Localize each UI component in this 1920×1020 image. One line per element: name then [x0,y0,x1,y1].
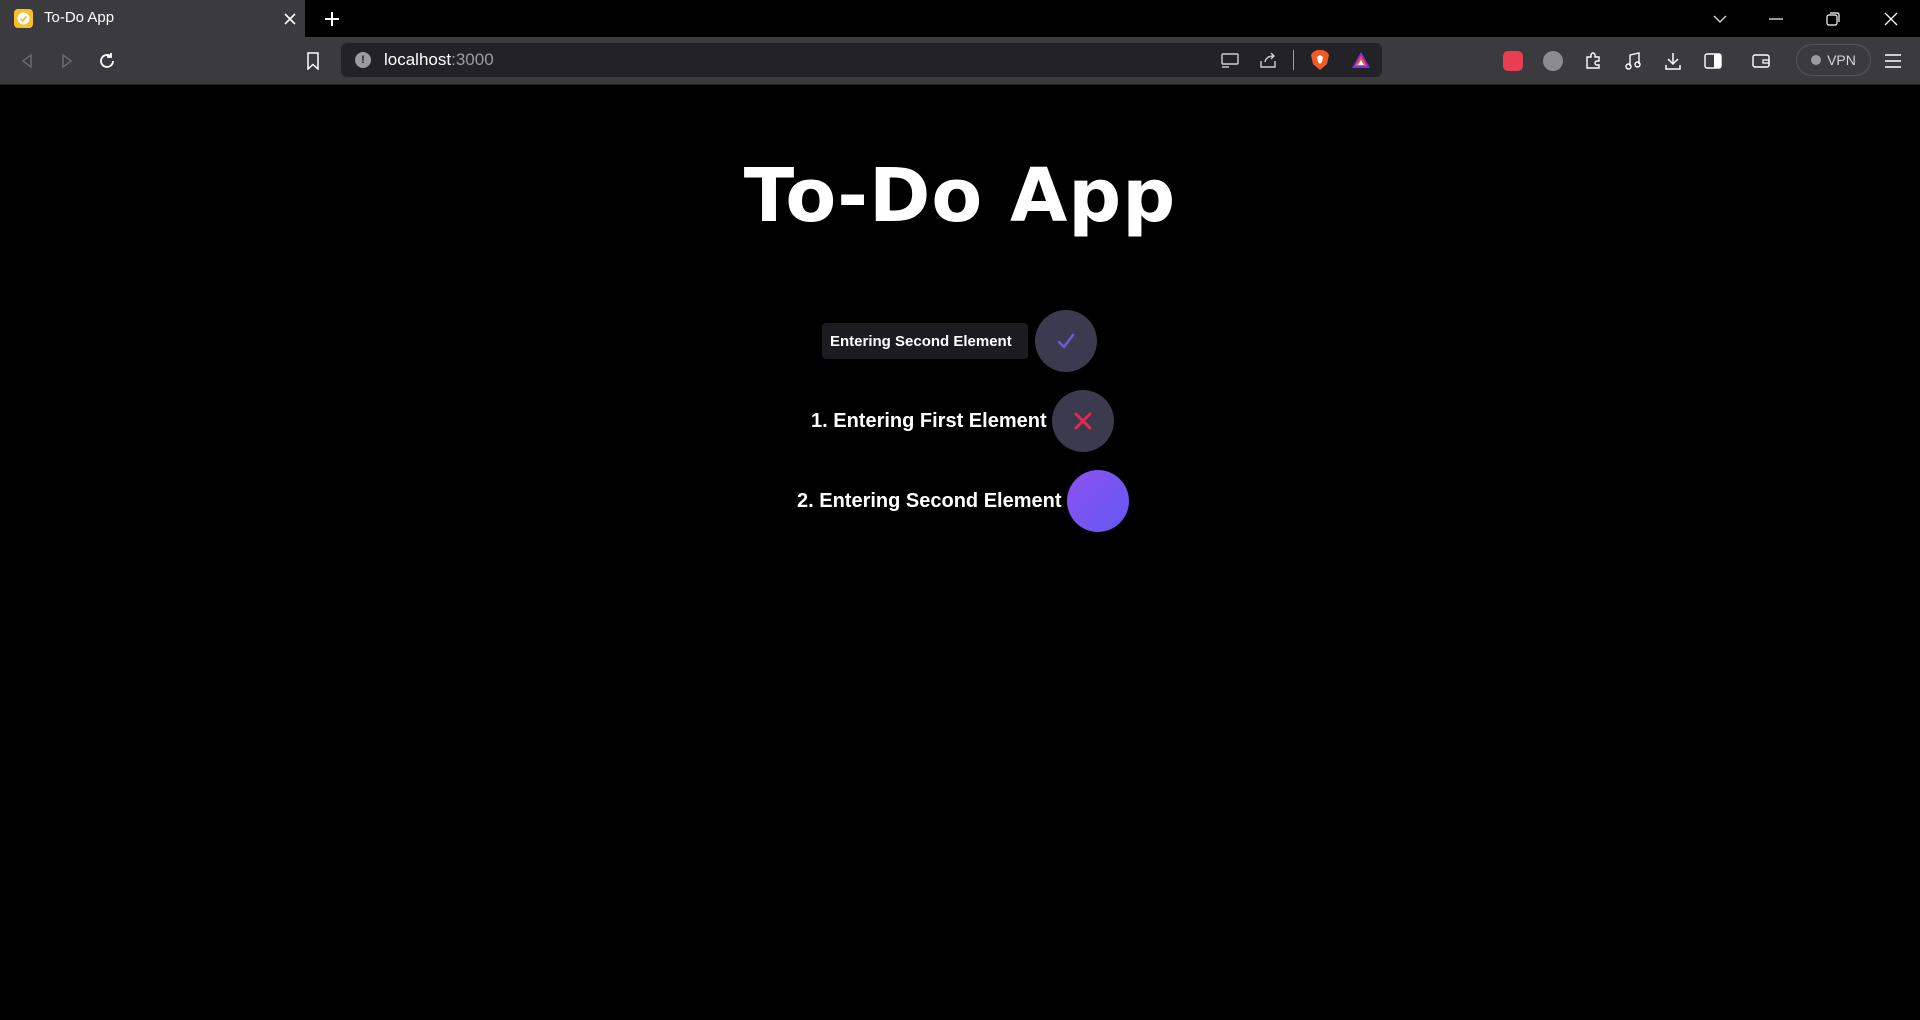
todo-item-label: 1. Entering First Element [811,409,1047,432]
vpn-button[interactable]: VPN [1796,44,1871,76]
reload-icon[interactable] [94,48,120,74]
url-text[interactable]: localhost:3000 [384,50,494,70]
back-icon[interactable] [14,48,40,74]
tab-search-chevron-icon[interactable] [1709,8,1731,30]
address-bar[interactable]: ! localhost:3000 [341,43,1382,77]
restore-icon[interactable] [1822,8,1844,30]
url-separator [1293,50,1294,70]
delete-todo-button[interactable] [1051,390,1114,452]
tab-title: To-Do App [44,9,115,26]
new-tab-icon[interactable] [321,8,343,30]
delete-todo-button[interactable] [1066,470,1129,532]
todo-item: 2. Entering Second Element [797,470,1129,532]
brave-shields-icon[interactable] [1308,48,1332,72]
browser-toolbar: ! localhost:3000 VPN [0,37,1920,85]
brave-rewards-icon[interactable] [1349,48,1373,72]
vpn-label: VPN [1827,52,1856,68]
cast-icon[interactable] [1219,49,1241,71]
browser-tab[interactable]: To-Do App [0,0,305,37]
todo-input-row [822,310,1097,372]
page-content: To-Do App 1. Entering First Element 2. E… [0,85,1920,1020]
media-music-icon[interactable] [1620,48,1646,74]
download-icon[interactable] [1660,48,1686,74]
url-port: :3000 [451,50,494,69]
extensions-puzzle-icon[interactable] [1580,48,1606,74]
bookmark-icon[interactable] [300,48,326,74]
add-todo-button[interactable] [1035,310,1097,372]
close-window-icon[interactable] [1880,8,1902,30]
menu-hamburger-icon[interactable] [1880,48,1906,74]
extension-red-icon[interactable] [1500,48,1526,74]
todo-input[interactable] [822,323,1028,359]
page-title: To-Do App [743,153,1177,239]
close-icon [1074,412,1092,430]
todo-item: 1. Entering First Element [811,390,1114,452]
wallet-icon[interactable] [1748,48,1774,74]
checkmark-icon [1057,333,1075,349]
vpn-status-icon [1811,55,1822,65]
tab-bar: To-Do App [0,0,1920,37]
share-icon[interactable] [1258,49,1280,71]
todo-item-label: 2. Entering Second Element [797,489,1062,512]
extension-speed-icon[interactable] [1540,48,1566,74]
sidebar-icon[interactable] [1700,48,1726,74]
forward-icon[interactable] [54,48,80,74]
site-info-icon[interactable]: ! [355,52,371,68]
checkmark-favicon-icon [14,9,33,28]
minimize-icon[interactable] [1765,8,1787,30]
tab-close-icon[interactable] [280,9,300,29]
url-host: localhost [384,50,452,69]
